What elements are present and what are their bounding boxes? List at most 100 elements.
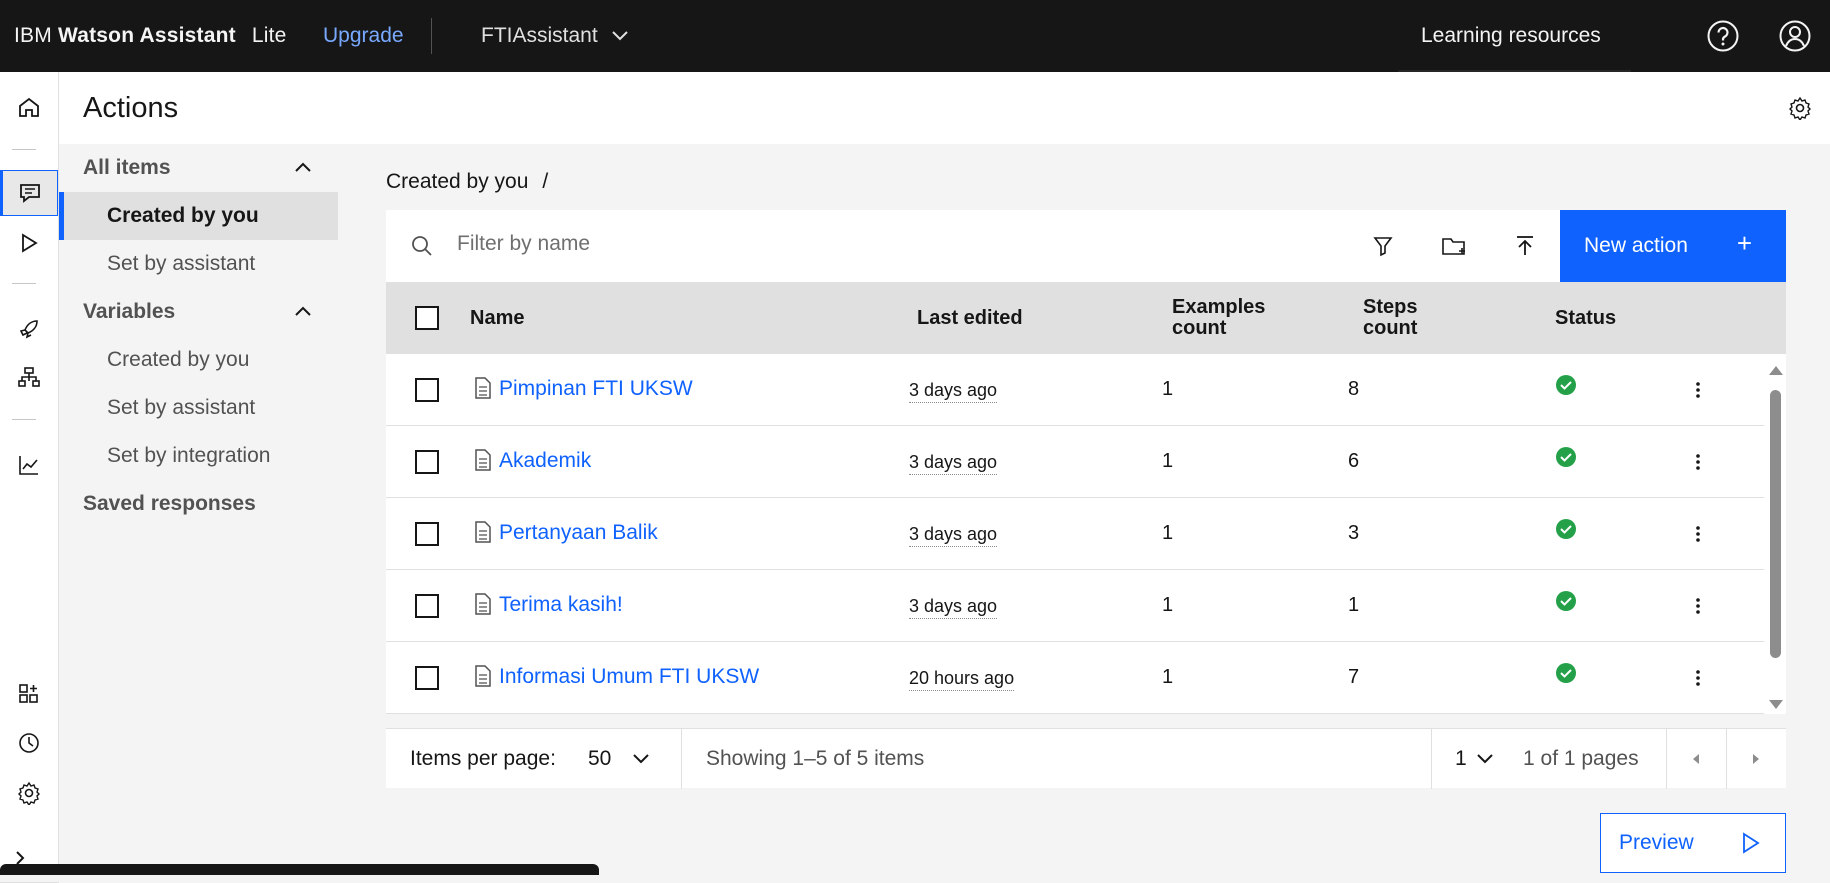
brand-product: Watson Assistant: [57, 24, 236, 47]
table-row[interactable]: Terima kasih! 3 days ago 1 1: [386, 570, 1764, 642]
last-edited: 3 days ago: [909, 380, 998, 403]
plus-icon: +: [1736, 228, 1752, 258]
breadcrumb: Created by you /: [386, 170, 548, 194]
scroll-up-arrow-icon[interactable]: [1769, 366, 1783, 375]
filter-funnel-icon[interactable]: [1365, 228, 1401, 264]
nav-group-label: Saved responses: [83, 492, 256, 515]
column-header-steps[interactable]: Steps count: [1363, 297, 1417, 339]
assistant-name: FTIAssistant: [481, 24, 598, 47]
user-avatar-icon[interactable]: [1777, 18, 1813, 54]
items-per-page-label: Items per page:: [410, 747, 556, 770]
assistant-switcher[interactable]: FTIAssistant: [481, 24, 628, 48]
column-header-examples[interactable]: Examples count: [1172, 297, 1265, 339]
settings-gear-icon[interactable]: [0, 770, 58, 816]
steps-count: 6: [1348, 450, 1360, 472]
preview-play-icon[interactable]: [0, 220, 58, 266]
preview-button[interactable]: Preview: [1600, 813, 1786, 873]
table-row[interactable]: Pertanyaan Balik 3 days ago 1 3: [386, 498, 1764, 570]
nav-group-label: All items: [83, 156, 171, 179]
column-header-status[interactable]: Status: [1555, 308, 1616, 329]
actions-chat-icon[interactable]: [0, 170, 58, 216]
next-page-button[interactable]: [1726, 729, 1786, 789]
table-row[interactable]: Akademik 3 days ago 1 6: [386, 426, 1764, 498]
search-icon: [412, 236, 432, 256]
chevron-down-icon: [611, 31, 628, 41]
nav-item-var-set-by-integration[interactable]: Set by integration: [59, 432, 338, 480]
table-row[interactable]: Pimpinan FTI UKSW 3 days ago 1 8: [386, 354, 1764, 426]
row-checkbox[interactable]: [415, 378, 439, 402]
last-edited: 3 days ago: [909, 452, 998, 475]
select-all-checkbox[interactable]: [415, 306, 439, 330]
filter-input[interactable]: [457, 232, 1057, 256]
breadcrumb-current[interactable]: Created by you: [386, 170, 528, 193]
home-icon[interactable]: [0, 84, 58, 130]
learning-resources-link[interactable]: Learning resources: [1421, 24, 1601, 48]
overflow-menu-icon[interactable]: [1682, 374, 1714, 406]
steps-count: 1: [1348, 594, 1360, 616]
rail-divider: [12, 283, 36, 284]
table-scrollbar[interactable]: [1764, 354, 1786, 714]
new-folder-icon[interactable]: [1436, 228, 1472, 264]
row-checkbox[interactable]: [415, 450, 439, 474]
page-title: Actions: [83, 92, 179, 124]
action-name-link[interactable]: Terima kasih!: [499, 593, 623, 617]
status-check-icon: [1556, 519, 1576, 539]
action-name-link[interactable]: Pertanyaan Balik: [499, 521, 658, 545]
upload-icon[interactable]: [1507, 228, 1543, 264]
action-name-link[interactable]: Akademik: [499, 449, 591, 473]
overflow-menu-icon[interactable]: [1682, 590, 1714, 622]
new-action-label: New action: [1584, 234, 1688, 257]
nav-group-saved-responses[interactable]: Saved responses: [59, 480, 338, 528]
header-divider: [431, 18, 432, 54]
row-checkbox[interactable]: [415, 666, 439, 690]
scrollbar-thumb[interactable]: [1770, 390, 1781, 658]
preview-label: Preview: [1619, 831, 1694, 854]
chevron-down-icon: [633, 754, 650, 764]
table-body: Pimpinan FTI UKSW 3 days ago 1 8 Akademi…: [386, 354, 1786, 714]
document-icon: [475, 665, 491, 687]
action-name-link[interactable]: Pimpinan FTI UKSW: [499, 377, 693, 401]
previous-page-button[interactable]: [1666, 729, 1726, 789]
examples-count: 1: [1162, 450, 1174, 472]
upgrade-link[interactable]: Upgrade: [323, 24, 404, 48]
document-icon: [475, 377, 491, 399]
column-header-last-edited[interactable]: Last edited: [917, 308, 1023, 329]
column-header-name[interactable]: Name: [470, 308, 524, 329]
help-icon[interactable]: [1705, 18, 1741, 54]
rail-divider: [12, 419, 36, 420]
scroll-down-arrow-icon[interactable]: [1769, 700, 1783, 709]
history-icon[interactable]: [0, 720, 58, 766]
overflow-menu-icon[interactable]: [1682, 518, 1714, 550]
analytics-chart-icon[interactable]: [0, 442, 58, 488]
page-count-text: 1 of 1 pages: [1523, 747, 1639, 770]
gear-icon[interactable]: [1782, 90, 1818, 126]
publish-rocket-icon[interactable]: [0, 306, 58, 352]
overflow-menu-icon[interactable]: [1682, 662, 1714, 694]
row-checkbox[interactable]: [415, 522, 439, 546]
pagination: Items per page: 50 Showing 1–5 of 5 item…: [386, 728, 1786, 789]
table-row[interactable]: Informasi Umum FTI UKSW 20 hours ago 1 7: [386, 642, 1764, 714]
nav-item-set-by-assistant[interactable]: Set by assistant: [59, 240, 338, 288]
last-edited: 20 hours ago: [909, 668, 1015, 691]
page-number-select[interactable]: 1: [1455, 747, 1493, 771]
document-icon: [475, 593, 491, 615]
column-header-steps-line2: count: [1363, 317, 1418, 339]
action-name-link[interactable]: Informasi Umum FTI UKSW: [499, 665, 759, 689]
product-brand[interactable]: IBM Watson Assistant Lite: [14, 24, 287, 48]
nav-item-var-set-by-assistant[interactable]: Set by assistant: [59, 384, 338, 432]
nav-group-all-items[interactable]: All items: [59, 144, 338, 192]
steps-count: 8: [1348, 378, 1360, 400]
steps-count: 7: [1348, 666, 1360, 688]
new-action-button[interactable]: New action +: [1560, 210, 1786, 282]
nav-item-created-by-you[interactable]: Created by you: [59, 192, 338, 240]
row-checkbox[interactable]: [415, 594, 439, 618]
nav-group-variables[interactable]: Variables: [59, 288, 338, 336]
integrations-icon[interactable]: [0, 671, 58, 717]
nav-item-var-created-by-you[interactable]: Created by you: [59, 336, 338, 384]
items-per-page-select[interactable]: 50: [588, 747, 650, 771]
overflow-menu-icon[interactable]: [1682, 446, 1714, 478]
last-edited: 3 days ago: [909, 596, 998, 619]
items-per-page-value: 50: [588, 747, 612, 770]
showing-items-text: Showing 1–5 of 5 items: [706, 747, 925, 770]
environments-icon[interactable]: [0, 354, 58, 400]
